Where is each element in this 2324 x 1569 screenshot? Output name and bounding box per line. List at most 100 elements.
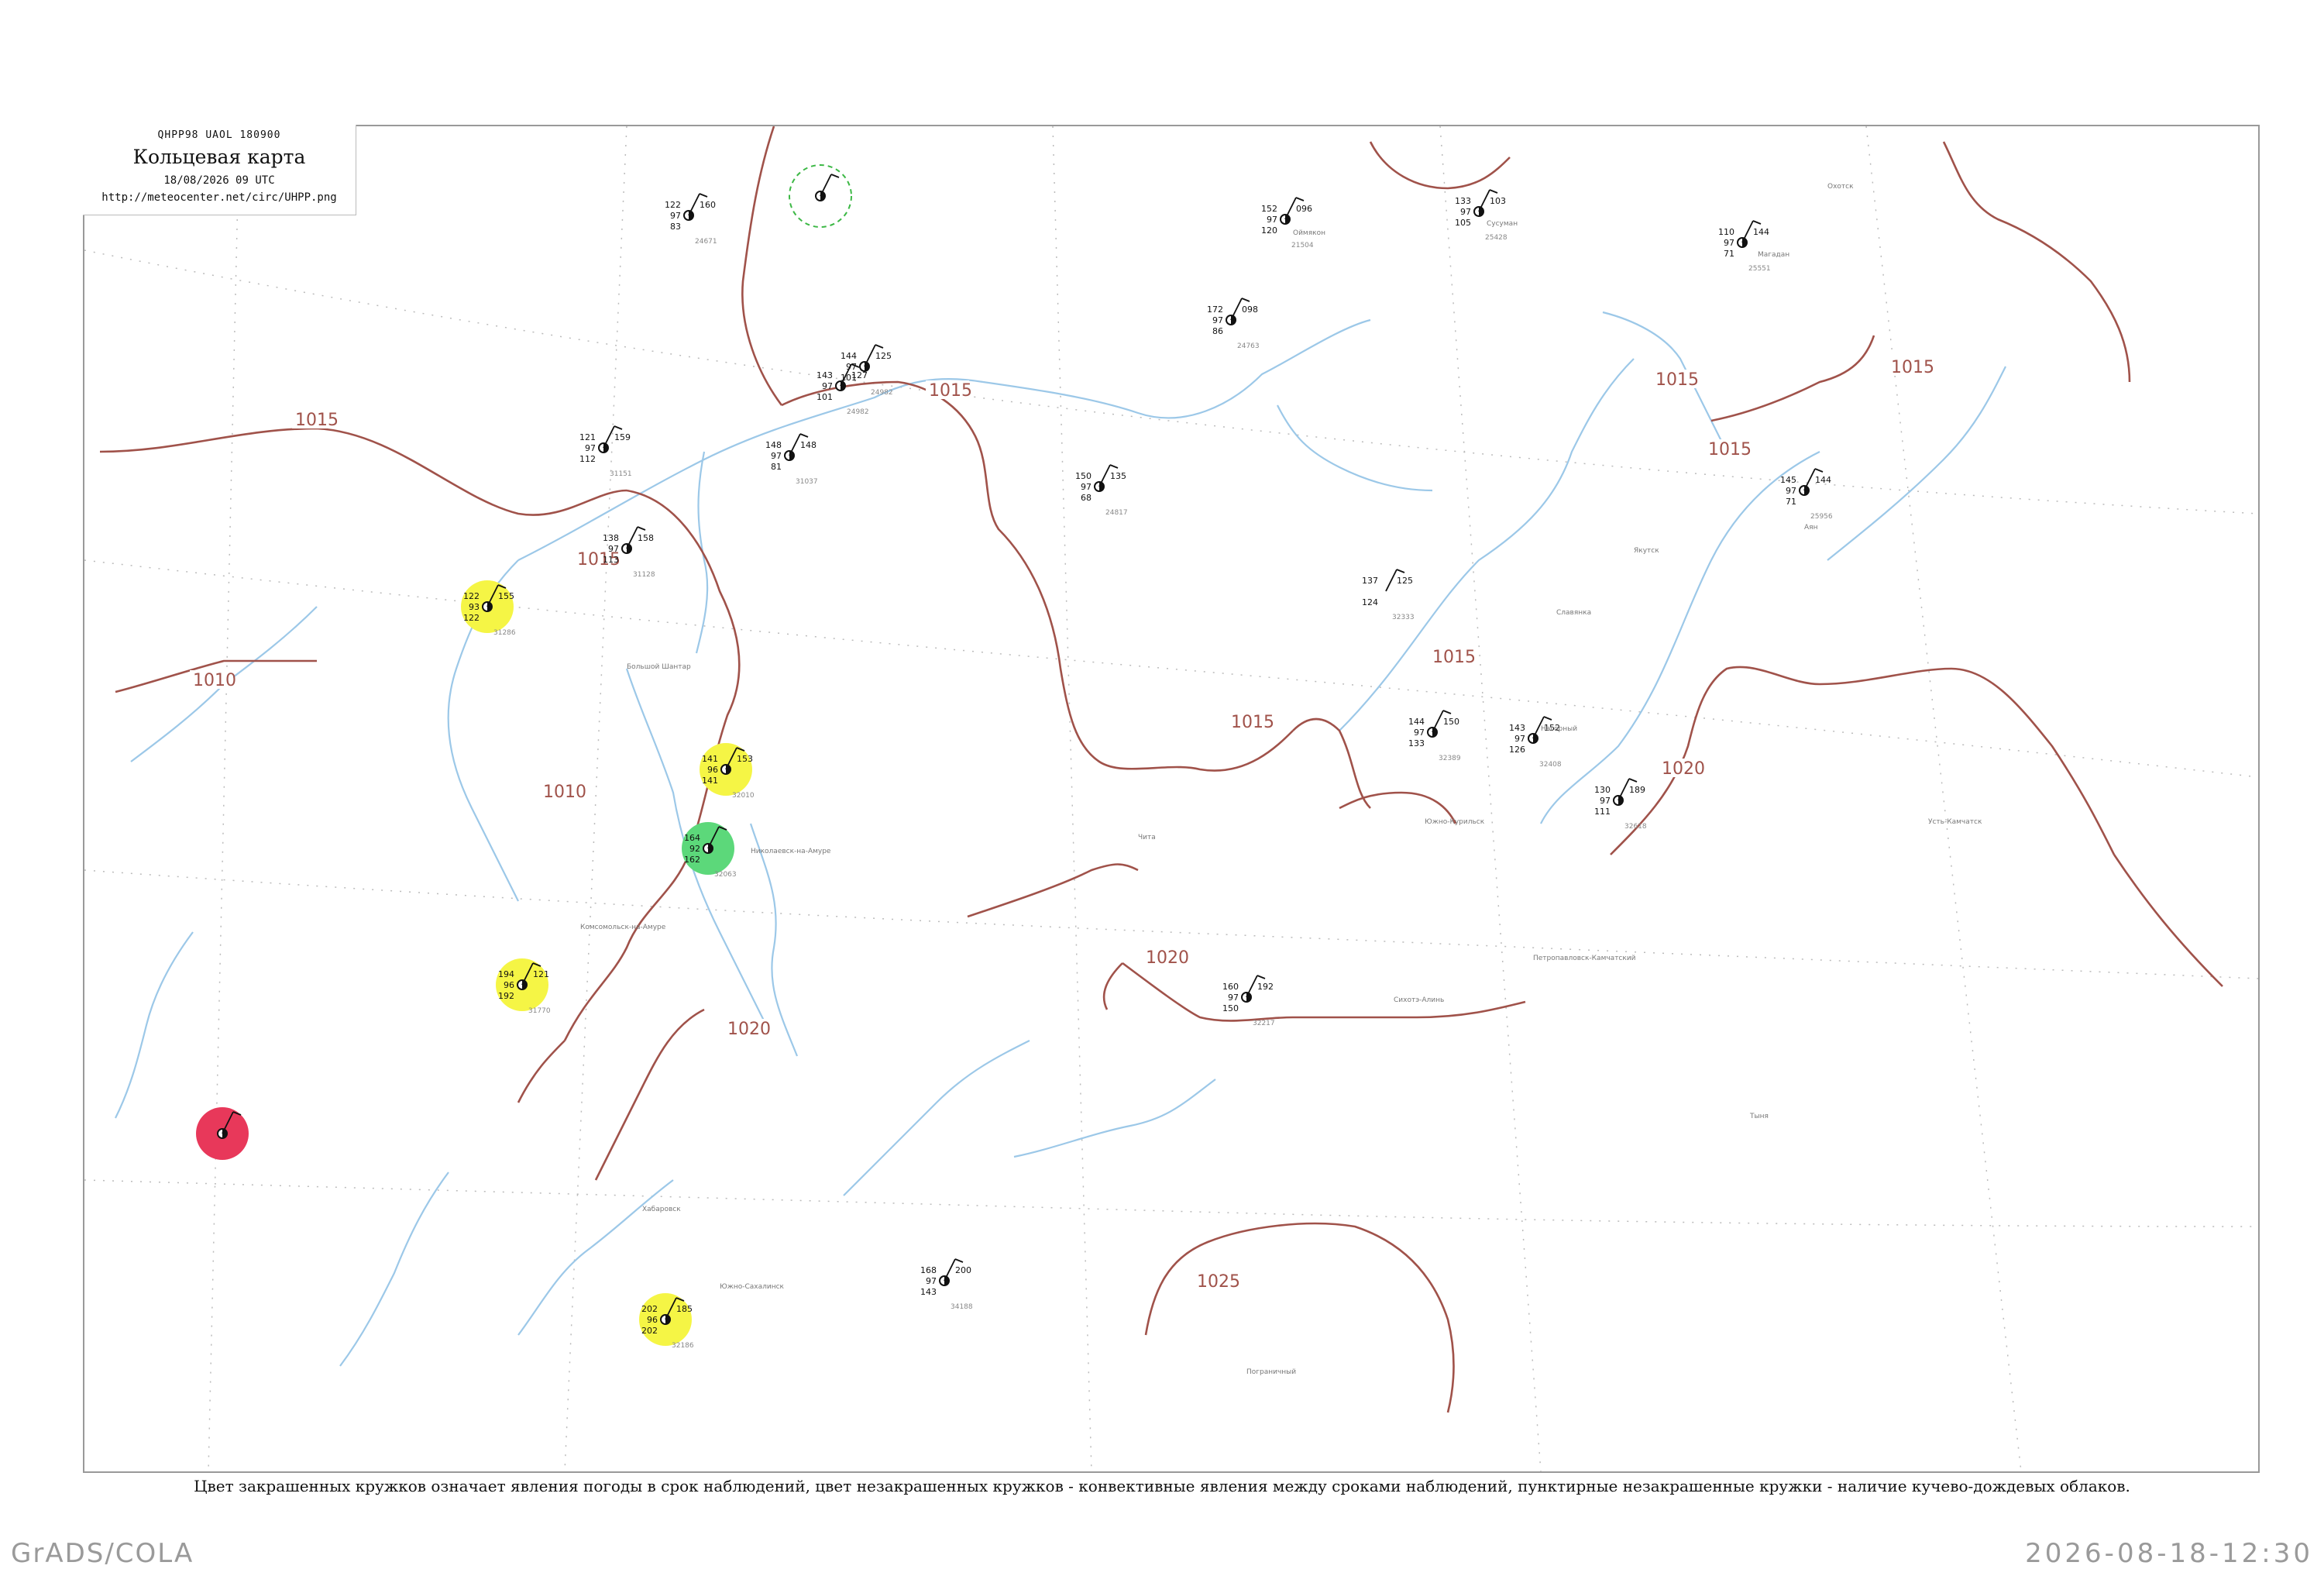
station-visibility: 97 [1081, 482, 1092, 492]
station-dewpoint: 111 [1594, 807, 1611, 817]
generation-timestamp: 2026-08-18-12:30 [2025, 1538, 2313, 1569]
station-id: 24763 [1237, 342, 1260, 350]
station-temperature: 143 [1509, 723, 1525, 733]
station-plot: 13397105 103 25428 [1455, 189, 1508, 242]
place-name: Большой Шантар [627, 663, 691, 671]
station-temperature: 141 [702, 754, 718, 764]
station-plot: 13097111 189 32618 [1594, 778, 1647, 831]
station-visibility: 97 [1460, 207, 1471, 217]
station-id: 24817 [1105, 509, 1128, 517]
station-visibility: 97 [1267, 215, 1277, 225]
isobar [1122, 962, 1526, 1022]
wind-barb [688, 193, 700, 216]
station-visibility: 97 [1514, 734, 1525, 744]
station-temperature: 121 [579, 432, 596, 442]
station-temperature: 137 [1362, 576, 1378, 586]
source-url[interactable]: http://meteocenter.net/circ/UHPP.png [83, 191, 356, 204]
station-id: 31151 [610, 470, 632, 478]
station-temperature: 143 [816, 370, 833, 380]
observation-datetime: 18/08/2026 09 UTC [163, 174, 275, 187]
station-dewpoint: 143 [920, 1287, 937, 1297]
isobar [1942, 141, 2131, 383]
isobar [594, 1008, 705, 1181]
station-dewpoint: 202 [641, 1326, 658, 1336]
station-dewpoint: 133 [1408, 738, 1425, 748]
station-visibility: 97 [1212, 315, 1223, 325]
station-plot: 1509768 135 24817 [1075, 464, 1128, 517]
station-visibility: 97 [822, 381, 833, 391]
isobar-label: 1015 [929, 381, 972, 401]
isobar [1144, 1222, 1455, 1413]
station-dewpoint: 71 [1786, 497, 1796, 507]
place-name: Южно-Курильск [1425, 818, 1485, 826]
isobar-label: 1025 [1197, 1272, 1240, 1292]
station-pressure: 148 [800, 440, 816, 450]
station-pressure: 096 [1296, 204, 1312, 214]
station-dewpoint: 150 [1222, 1003, 1239, 1013]
station-id: 31037 [796, 478, 818, 486]
station-dewpoint: 68 [1081, 493, 1092, 503]
station-id: 32389 [1439, 755, 1461, 762]
station-dewpoint: 126 [1509, 745, 1525, 755]
station-visibility: 97 [926, 1276, 937, 1286]
station-temperature: 172 [1207, 305, 1223, 315]
station-visibility: 93 [469, 602, 480, 612]
station-plot: 148978114831037 [765, 433, 818, 486]
station-plot: 14497133 150 32389 [1408, 710, 1461, 762]
station-pressure: 153 [737, 754, 753, 764]
river [115, 931, 194, 1119]
station-pressure: 189 [1629, 785, 1645, 795]
wind-barb-feather [799, 433, 809, 438]
wind-barb-feather [954, 1258, 964, 1263]
grid-line [84, 1179, 2258, 1227]
station-dewpoint: 101 [816, 392, 833, 402]
station-pressure: 150 [1443, 717, 1459, 727]
station-temperature: 148 [765, 440, 782, 450]
station-plot [196, 1107, 249, 1160]
station-visibility: 97 [1786, 486, 1796, 496]
isobar-label: 1020 [1662, 759, 1705, 779]
isobar-label: 1010 [193, 671, 236, 690]
station-plots: 1529712009621504110977114425551133971051… [196, 164, 1982, 1376]
station-dewpoint: 112 [579, 454, 596, 464]
wind-barb [603, 425, 615, 449]
station-temperature: 122 [463, 591, 480, 601]
station-dewpoint: 192 [498, 991, 514, 1001]
station-temperature: 160 [1222, 982, 1239, 992]
isobar-label: 1020 [1146, 948, 1189, 968]
wind-barb-feather [1814, 468, 1824, 473]
station-pressure: 160 [700, 200, 716, 210]
isobar-label: 1015 [1891, 358, 1934, 377]
station-visibility: 96 [647, 1315, 658, 1325]
place-name: Охотск [1827, 183, 1854, 191]
isobar [781, 380, 1294, 772]
station-plot: 16492162 32063 [682, 822, 737, 879]
station-dewpoint: 86 [1212, 326, 1223, 336]
grid-line [1052, 126, 1092, 1471]
station-id: 34188 [951, 1303, 973, 1311]
isobar [517, 1040, 566, 1103]
station-id: 32186 [672, 1342, 694, 1350]
station-id: 25551 [1748, 265, 1771, 273]
place-name: Оймякон [1293, 229, 1325, 237]
wind-barb-feather [699, 193, 708, 198]
station-temperature: 138 [603, 533, 619, 543]
bulletin-code: QHPP98 UAOL 180900 [157, 129, 281, 141]
station-id: 32618 [1624, 823, 1647, 831]
place-name: Тыня [1749, 1113, 1769, 1120]
wind-barb-feather [1241, 298, 1250, 302]
isobar [967, 863, 1139, 918]
station-visibility: 96 [504, 980, 514, 990]
map-canvas[interactable]: 1015101510151015101510151015101510101010… [84, 126, 2258, 1471]
station-temperature: 152 [1261, 204, 1277, 214]
wind-barb [789, 433, 801, 456]
place-name: Усть-Камчатск [1928, 818, 1982, 826]
wind-barb-feather [1295, 197, 1305, 201]
station-plot: 1459771 144 25956 [1780, 468, 1833, 521]
wind-barb-feather [1752, 220, 1762, 225]
station-dewpoint: 120 [1261, 225, 1277, 236]
wind-barb [1432, 710, 1444, 733]
wind-barb [820, 174, 832, 197]
river [1827, 366, 2006, 561]
station-temperature: 164 [684, 833, 700, 843]
